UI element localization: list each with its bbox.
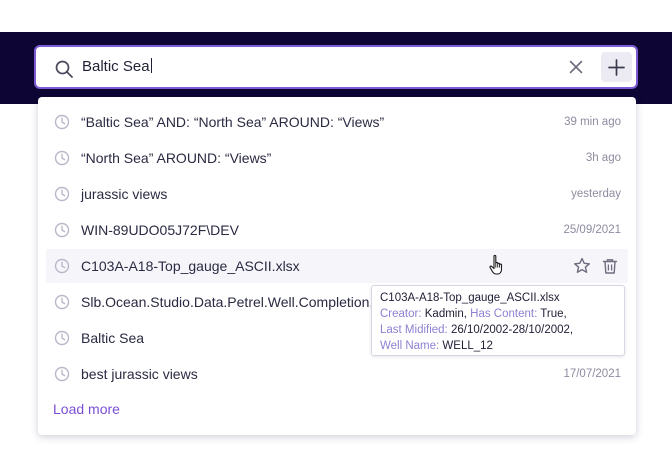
tooltip-line-3: Well Name: WELL_12 [380, 338, 616, 354]
close-icon [569, 60, 583, 74]
star-icon[interactable] [573, 257, 591, 275]
clock-icon [54, 222, 70, 238]
app-root: Baltic Sea “Baltic Sea” AND: “North Sea”… [0, 0, 672, 468]
file-details-tooltip: C103A-A18-Top_gauge_ASCII.xlsx Creator: … [371, 285, 625, 356]
history-item-label: “Baltic Sea” AND: “North Sea” AROUND: “V… [81, 114, 385, 130]
plus-icon [608, 59, 625, 76]
tooltip-line-1: Creator: Kadmin, Has Content: True, [380, 306, 616, 322]
history-item-time: 39 min ago [564, 116, 621, 128]
history-item-label: best jurassic views [81, 366, 198, 382]
history-item-label: Slb.Ocean.Studio.Data.Petrel.Well.Comple… [81, 294, 371, 310]
history-item-label: WIN-89UDO05J72F\DEV [81, 222, 239, 238]
clock-icon [54, 186, 70, 202]
clock-icon [54, 330, 70, 346]
history-item-time: 17/07/2021 [563, 368, 621, 380]
history-item-label: jurassic views [81, 186, 168, 202]
search-icon [54, 59, 74, 79]
history-item-label: “North Sea” AROUND: “Views” [81, 150, 272, 166]
clear-search-button[interactable] [566, 57, 586, 77]
tooltip-creator-label: Creator: [380, 308, 422, 320]
history-item[interactable]: jurassic views yesterday [46, 177, 628, 211]
tooltip-wellname-label: Well Name: [380, 340, 440, 352]
search-input[interactable]: Baltic Sea [82, 47, 152, 87]
clock-icon [54, 294, 70, 310]
history-item-label: Baltic Sea [81, 330, 145, 346]
tooltip-modified-value: 26/10/2002-28/10/2002, [450, 324, 574, 336]
tooltip-creator-value: Kadmin, [424, 308, 467, 320]
tooltip-modified-label: Last Midified: [380, 324, 448, 336]
history-item[interactable]: WIN-89UDO05J72F\DEV 25/09/2021 [46, 213, 628, 247]
tooltip-title: C103A-A18-Top_gauge_ASCII.xlsx [380, 292, 560, 304]
load-more-link[interactable]: Load more [53, 401, 120, 417]
tooltip-content-label: Has Content: [470, 308, 538, 320]
trash-icon[interactable] [601, 257, 619, 275]
hand-pointer-cursor-icon [488, 254, 506, 276]
text-caret [150, 58, 152, 73]
clock-icon [54, 258, 70, 274]
history-item-label: C103A-A18-Top_gauge_ASCII.xlsx [81, 258, 300, 274]
search-history-dropdown: “Baltic Sea” AND: “North Sea” AROUND: “V… [38, 97, 636, 435]
history-item[interactable]: best jurassic views 17/07/2021 [46, 357, 628, 391]
history-item-hovered[interactable]: C103A-A18-Top_gauge_ASCII.xlsx [46, 249, 628, 283]
search-input-value: Baltic Sea [82, 58, 150, 75]
history-item-time: yesterday [571, 188, 621, 200]
history-item[interactable]: “North Sea” AROUND: “Views” 3h ago [46, 141, 628, 175]
history-item-time: 25/09/2021 [563, 224, 621, 236]
add-button[interactable] [601, 52, 632, 82]
tooltip-wellname-value: WELL_12 [442, 340, 493, 352]
clock-icon [54, 366, 70, 382]
history-item[interactable]: “Baltic Sea” AND: “North Sea” AROUND: “V… [46, 105, 628, 139]
search-bar[interactable]: Baltic Sea [34, 45, 638, 89]
tooltip-content-value: True, [540, 308, 567, 320]
clock-icon [54, 150, 70, 166]
tooltip-line-2: Last Midified: 26/10/2002-28/10/2002, [380, 322, 616, 338]
history-item-time: 3h ago [585, 152, 621, 164]
clock-icon [54, 114, 70, 130]
